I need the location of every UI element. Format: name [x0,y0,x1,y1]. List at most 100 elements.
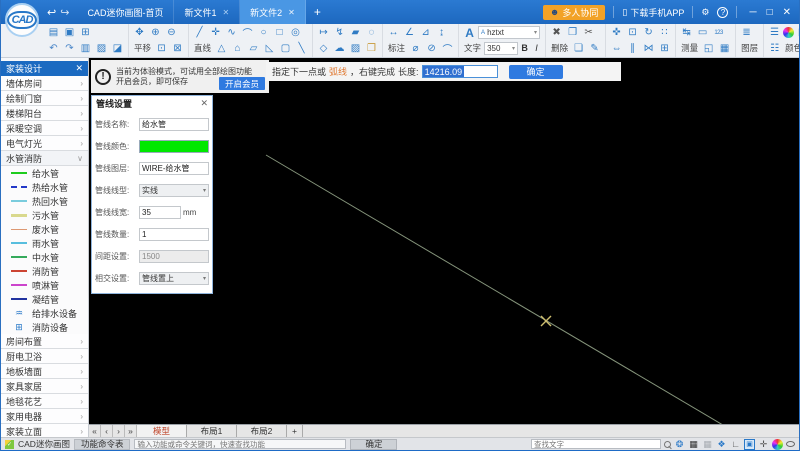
pipe-item[interactable]: 雨水管 [1,236,88,250]
undo-icon[interactable]: ↶ [46,41,61,56]
paste-icon[interactable]: ❏ [571,41,586,56]
rect-array-icon[interactable]: ⊞ [657,41,672,56]
back-icon[interactable]: ↩ [47,6,56,19]
sidebar-item-2[interactable]: 楼梯阳台› [1,106,88,121]
pipe-item[interactable]: 废水管 [1,222,88,236]
sidebar-item-4[interactable]: 电气灯光› [1,136,88,151]
sidebar-item-bottom-1[interactable]: 厨电卫浴› [1,349,88,364]
device-item[interactable]: ⊞消防设备 [1,320,88,334]
field-input[interactable]: 给水管 [139,118,209,131]
pipe-item[interactable]: 热回水管 [1,194,88,208]
pipe-item[interactable]: 污水管 [1,208,88,222]
pipe-item[interactable]: 中水管 [1,250,88,264]
prev-page-button[interactable]: ‹ [101,425,113,437]
pipe-item[interactable]: 消防管 [1,264,88,278]
linetype-icon[interactable]: ☰ [767,25,782,40]
sidebar-item-bottom-4[interactable]: 地毯花艺› [1,394,88,409]
trapezoid-icon[interactable]: ◺ [262,41,277,56]
field-select[interactable]: 管线置上▾ [139,272,209,285]
help-icon[interactable]: ? [717,7,728,18]
sidebar-item-bottom-5[interactable]: 家用电器› [1,409,88,424]
ortho-icon[interactable]: ∟ [730,439,741,450]
dialog-close-icon[interactable]: ✕ [200,98,208,109]
zoom-window-icon[interactable]: ⊡ [154,41,169,56]
length-input[interactable]: 14216.09 [422,65,498,78]
save-as-icon[interactable]: ⊞ [78,25,93,40]
sidebar-item-3[interactable]: 采暖空调› [1,121,88,136]
lineweight-icon[interactable] [786,441,795,447]
layout-tab-0[interactable]: 模型 [137,425,187,437]
new-tab-button[interactable]: + [306,0,329,24]
tab-close-icon[interactable]: ✕ [288,8,295,17]
app-logo-icon[interactable]: CAD [5,3,39,37]
pipe-item[interactable]: 给水管 [1,166,88,180]
download-app-button[interactable]: ▯ 下载手机APP [622,6,684,19]
scale-icon[interactable]: ⊡ [625,25,640,40]
sidebar-item-bottom-6[interactable]: 家装立面› [1,424,88,437]
measure-length-icon[interactable]: ↹ [679,25,694,40]
copy-icon[interactable]: ❐ [565,25,580,40]
linetype-scale-icon[interactable]: ☷ [767,41,782,56]
search-icon[interactable] [664,441,671,448]
arc-icon[interactable]: ⌒ [240,25,255,40]
revcloud-icon[interactable]: ☁ [332,41,347,56]
save-icon[interactable]: ▣ [62,25,77,40]
circle-icon[interactable]: ○ [256,25,271,40]
point-icon[interactable]: ✛ [208,25,223,40]
zoom-in-icon[interactable]: ⊕ [148,25,163,40]
grid-icon[interactable]: ▦ [688,439,699,450]
object-snap-icon[interactable]: ❖ [716,439,727,450]
sidebar-item-bottom-3[interactable]: 家具家居› [1,379,88,394]
sidebar-item-0[interactable]: 墙体房间› [1,76,88,91]
status-ok-button[interactable]: 确定 [350,439,397,450]
crosshair-icon[interactable]: ✛ [758,439,769,450]
dim-aligned-icon[interactable]: ⊿ [418,25,433,40]
sidebar-item-bottom-2[interactable]: 地板墙面› [1,364,88,379]
sidebar-item-bottom-0[interactable]: 房间布置› [1,334,88,349]
roundrect-icon[interactable]: ▢ [278,41,293,56]
tab-close-icon[interactable]: ✕ [222,8,229,17]
polygon-icon[interactable]: ◇ [316,41,331,56]
pipe-item[interactable]: 凝结管 [1,292,88,306]
calculator-icon[interactable]: 123 [711,25,726,40]
mirror-icon[interactable]: ⋈ [641,41,656,56]
sidebar-item-1[interactable]: 绘制门窗› [1,91,88,106]
forward-icon[interactable]: ↪ [60,6,69,19]
line-icon[interactable]: ╱ [192,25,207,40]
command-table-button[interactable]: 功能命令表 [74,439,131,450]
open-member-button[interactable]: 开启会员 [219,77,265,90]
color-swatch[interactable] [139,140,209,153]
status-colorwheel-icon[interactable] [772,439,783,450]
donut-icon[interactable]: ◌ [364,25,379,40]
last-page-button[interactable]: » [125,425,137,437]
format-brush-icon[interactable]: ✎ [587,41,602,56]
field-input[interactable]: WIRE-给水管 [139,162,209,175]
region-icon[interactable]: ▰ [348,25,363,40]
dim-baseline-icon[interactable]: ↨ [434,25,449,40]
leader-icon[interactable]: ↯ [332,25,347,40]
arc-mode-link[interactable]: 弧线 [329,65,347,78]
font-select[interactable]: Ahztxt▾ [478,26,540,39]
pipe-item[interactable]: 热给水管 [1,180,88,194]
hatch-icon[interactable]: ▨ [348,41,363,56]
first-page-button[interactable]: « [89,425,101,437]
print-icon[interactable]: ▥ [78,41,93,56]
array-icon[interactable]: ∷ [657,25,672,40]
layout-tab-1[interactable]: 布局1 [187,425,237,437]
image-export-icon[interactable]: ▨ [94,41,109,56]
doc-tab-0[interactable]: CAD迷你画图-首页 [77,0,174,24]
text-icon[interactable]: A [462,25,477,40]
pan-icon[interactable]: ✥ [132,25,147,40]
add-layout-button[interactable]: + [287,425,303,437]
minimize-button[interactable]: ─ [749,7,756,18]
device-item[interactable]: ♒给排水设备 [1,306,88,320]
grid-dots-icon[interactable]: ▦ [702,439,713,450]
maximize-button[interactable]: □ [767,7,773,18]
confirm-button[interactable]: 确定 [509,65,563,79]
pdf-export-icon[interactable]: ◪ [110,41,125,56]
layers-icon[interactable]: ≣ [739,25,754,40]
field-input[interactable]: 35 [139,206,181,219]
spline-icon[interactable]: ∿ [224,25,239,40]
layout-tab-2[interactable]: 布局2 [237,425,287,437]
dim-radius-icon[interactable]: ⌀ [408,41,423,56]
